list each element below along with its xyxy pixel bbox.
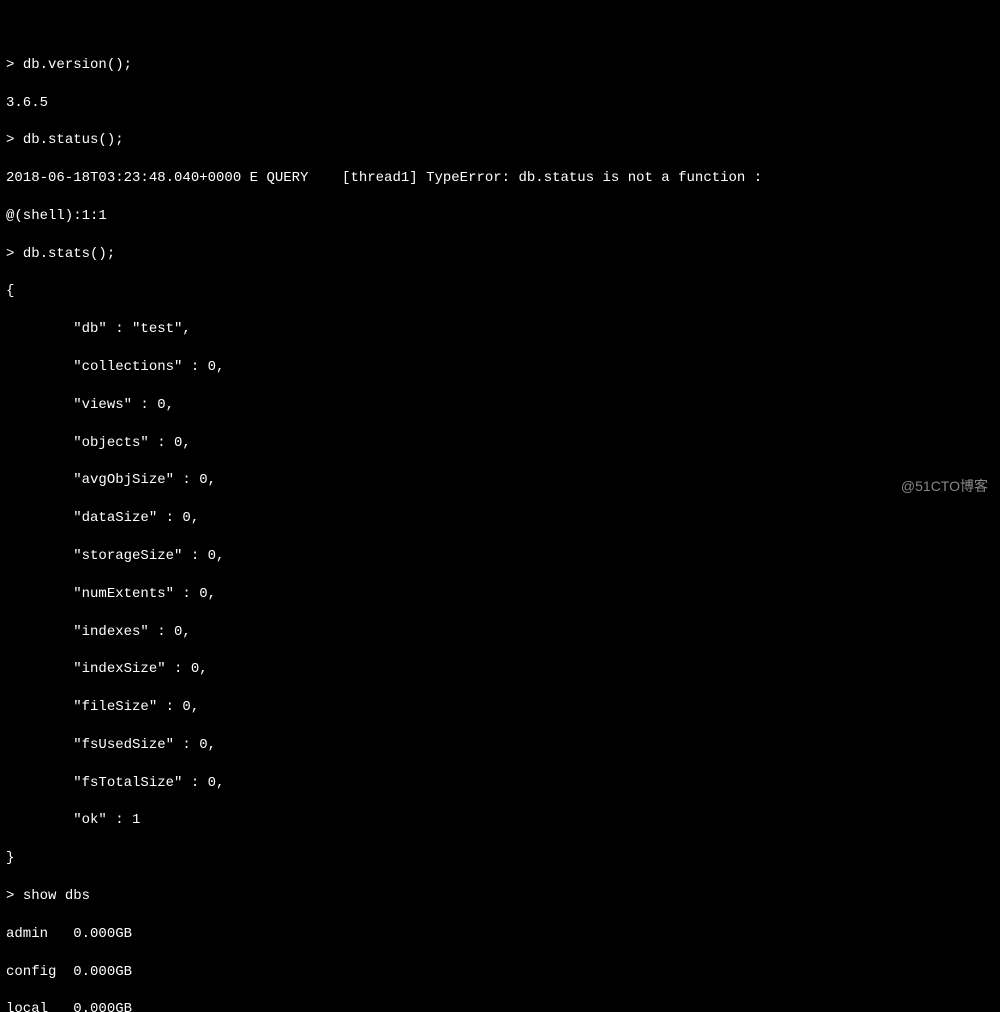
brace-close: } — [6, 849, 994, 868]
cmd-show-dbs: show dbs — [23, 888, 90, 904]
stats-file-size: "fileSize" : 0, — [6, 698, 994, 717]
prompt-symbol: > — [6, 132, 14, 148]
prompt-line-show-dbs: > show dbs — [6, 887, 994, 906]
prompt-symbol: > — [6, 888, 14, 904]
stats-data-size: "dataSize" : 0, — [6, 509, 994, 528]
stats-ok: "ok" : 1 — [6, 811, 994, 830]
stats-storage-size: "storageSize" : 0, — [6, 547, 994, 566]
stats-indexes: "indexes" : 0, — [6, 623, 994, 642]
cmd-stats: db.stats(); — [23, 246, 115, 262]
stats-num-extents: "numExtents" : 0, — [6, 585, 994, 604]
version-result: 3.6.5 — [6, 94, 994, 113]
watermark-text: @51CTO博客 — [901, 477, 988, 496]
terminal-output[interactable]: 2018-06-18T03:13:48.302+0000 I CONTROL [… — [0, 0, 1000, 1012]
prompt-symbol: > — [6, 57, 14, 73]
cmd-status: db.status(); — [23, 132, 124, 148]
db-local: local 0.000GB — [6, 1000, 994, 1012]
stats-fs-total-size: "fsTotalSize" : 0, — [6, 774, 994, 793]
prompt-symbol: > — [6, 246, 14, 262]
error-location: @(shell):1:1 — [6, 207, 994, 226]
stats-avg-obj-size: "avgObjSize" : 0, — [6, 471, 994, 490]
prompt-line-stats: > db.stats(); — [6, 245, 994, 264]
stats-db: "db" : "test", — [6, 320, 994, 339]
error-line: 2018-06-18T03:23:48.040+0000 E QUERY [th… — [6, 169, 994, 188]
prompt-line-version: > db.version(); — [6, 56, 994, 75]
db-config: config 0.000GB — [6, 963, 994, 982]
stats-collections: "collections" : 0, — [6, 358, 994, 377]
brace-open: { — [6, 282, 994, 301]
stats-index-size: "indexSize" : 0, — [6, 660, 994, 679]
cmd-version: db.version(); — [23, 57, 132, 73]
stats-fs-used-size: "fsUsedSize" : 0, — [6, 736, 994, 755]
prompt-line-status: > db.status(); — [6, 131, 994, 150]
db-admin: admin 0.000GB — [6, 925, 994, 944]
stats-objects: "objects" : 0, — [6, 434, 994, 453]
stats-views: "views" : 0, — [6, 396, 994, 415]
